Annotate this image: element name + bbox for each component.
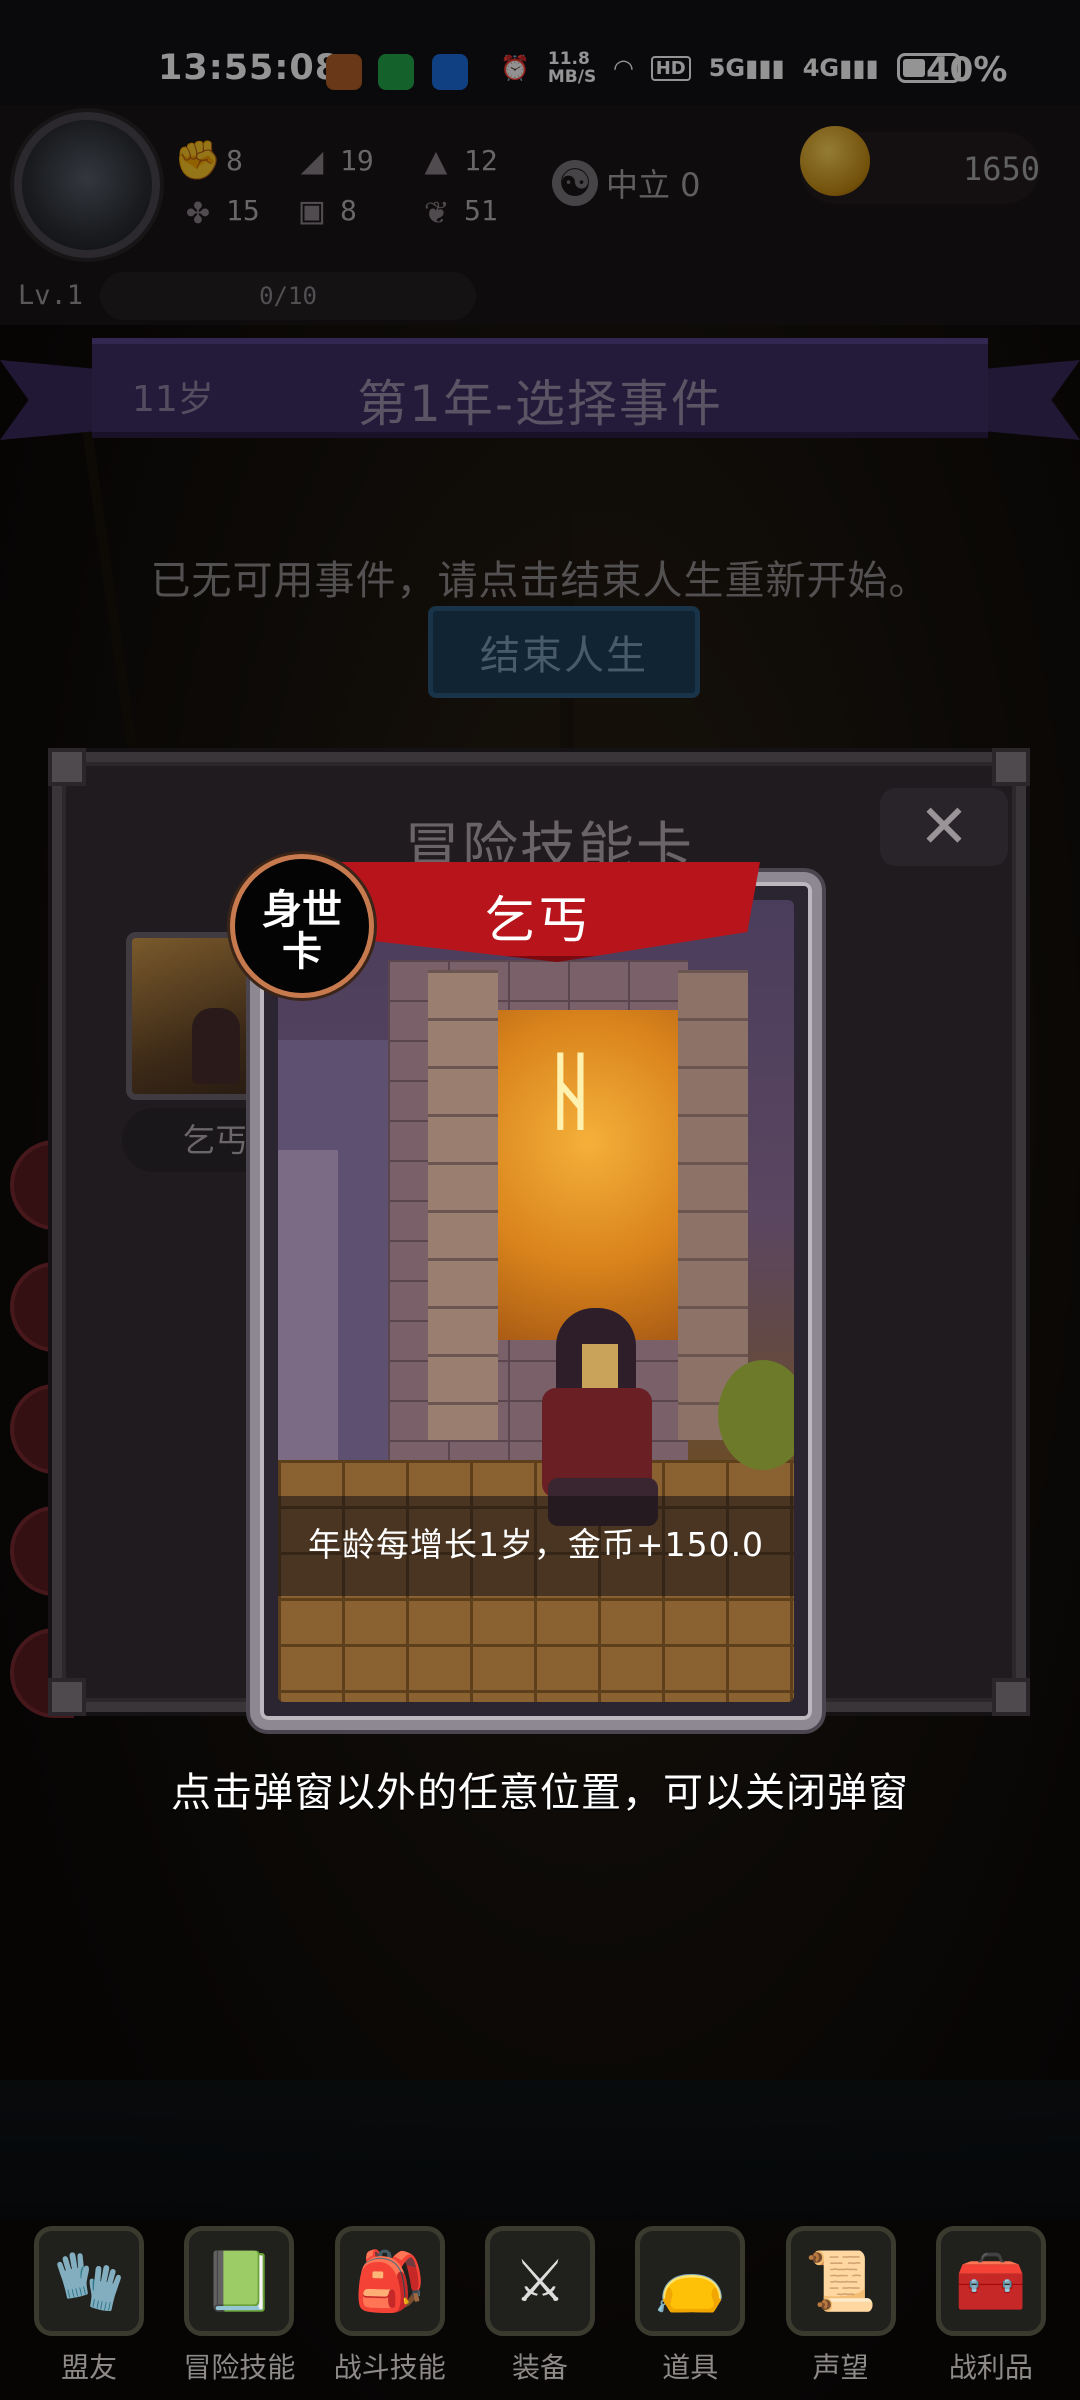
origin-card: ᚺ 年龄每增长1岁，金币+150.0 [250,872,822,1730]
bottom-nav: 🧤 盟友 📗 冒险技能 🎒 战斗技能 ⚔ 装备 👝 道具 📜 声望 🧰 战利品 [0,2220,1080,2400]
nav-loot[interactable]: 🧰 战利品 [926,2220,1056,2400]
backpack-icon: 🎒 [334,2226,445,2336]
close-icon: ✕ [918,792,970,862]
card-description: 年龄每增长1岁，金币+150.0 [307,1525,765,1564]
nav-equipment[interactable]: ⚔ 装备 [475,2220,605,2400]
frame-corner [48,748,86,786]
bag-icon: 👝 [635,2226,746,2336]
close-button[interactable]: ✕ [880,788,1008,866]
badge-text-line2: 卡 [282,929,322,975]
book-icon: 📗 [184,2226,295,2336]
city-tower [278,1150,338,1460]
badge-text-line1: 身世 [262,887,342,933]
close-popup-hint: 点击弹窗以外的任意位置，可以关闭弹窗 [171,1770,909,1816]
frame-corner [48,1678,86,1716]
beggar-figure [192,1008,240,1084]
scroll-icon: 📜 [785,2226,896,2336]
crossed-swords-icon: ⚔ [484,2226,595,2336]
nav-reputation[interactable]: 📜 声望 [776,2220,906,2400]
rune-sign-icon: ᚺ [545,1042,597,1140]
gloves-icon: 🧤 [34,2226,145,2336]
treasure-chest-icon: 🧰 [935,2226,1046,2336]
frame-corner [992,748,1030,786]
card-name: 乞丐 [485,891,591,949]
stone-pillar-left [428,970,498,1440]
nav-adventure-skills[interactable]: 📗 冒险技能 [174,2220,304,2400]
nav-allies[interactable]: 🧤 盟友 [24,2220,154,2400]
frame-corner [992,1678,1030,1716]
yellow-bush [718,1360,794,1470]
nav-items[interactable]: 👝 道具 [625,2220,755,2400]
beggar-figure [538,1308,658,1528]
card-type-badge: 身世 卡 [230,854,374,998]
nav-combat-skills[interactable]: 🎒 战斗技能 [325,2220,455,2400]
